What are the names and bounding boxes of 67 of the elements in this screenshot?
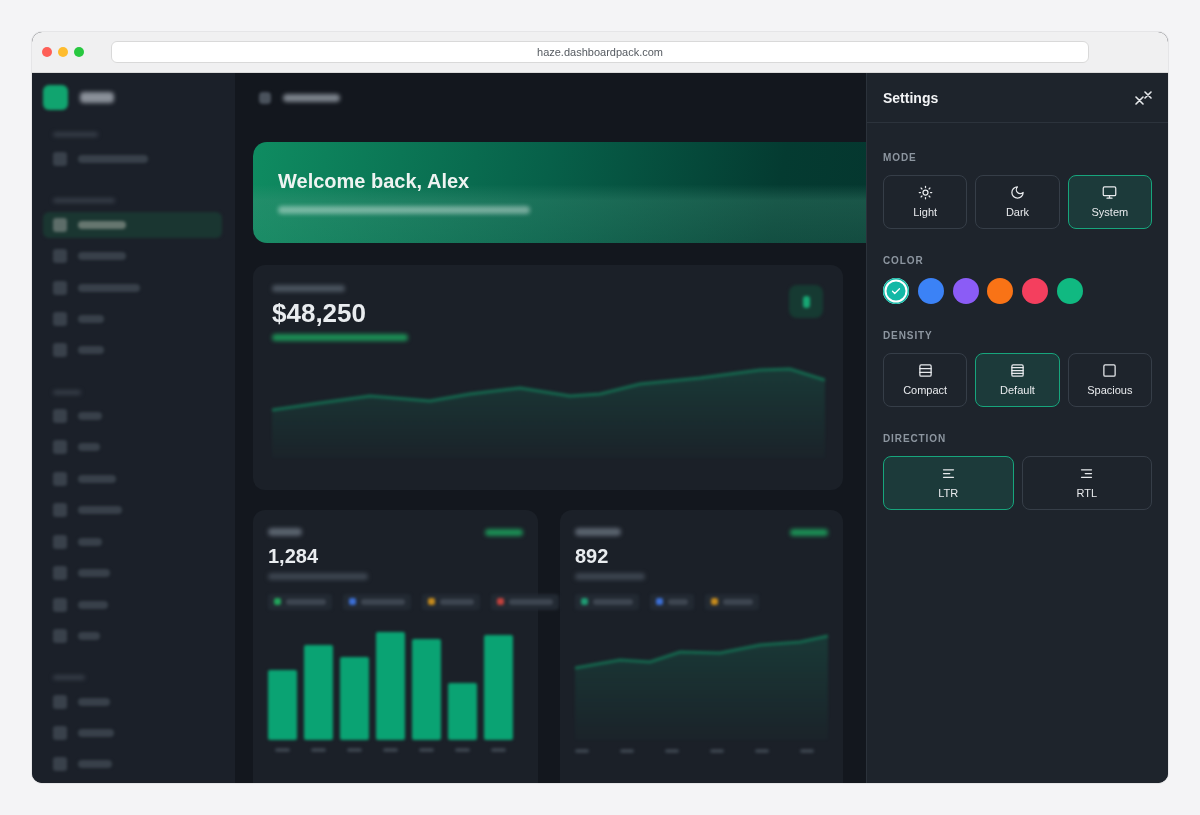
- square-icon: [1102, 363, 1118, 378]
- option-button[interactable]: Compact: [883, 353, 968, 407]
- color-swatch-icon[interactable]: [987, 278, 1014, 304]
- blurred-icon: [789, 285, 823, 318]
- blurred-menu-item[interactable]: [53, 311, 104, 326]
- blurred-menu-item[interactable]: [43, 211, 222, 238]
- option-button[interactable]: System: [1067, 175, 1152, 229]
- panel-title: Settings: [883, 89, 939, 106]
- blurred-menu-item[interactable]: [53, 694, 110, 709]
- blurred-legend-item: [705, 593, 759, 610]
- blurred-legend-item: [343, 593, 411, 610]
- option-button[interactable]: Dark: [975, 175, 1060, 229]
- color-swatch-icon[interactable]: [1022, 278, 1049, 304]
- address-bar[interactable]: haze.dashboardpack.com: [111, 41, 1089, 63]
- option-button[interactable]: RTL: [1021, 456, 1152, 510]
- revenue-value: $48,250: [272, 298, 366, 328]
- color-swatch-icon[interactable]: [1057, 278, 1083, 304]
- section-label: COLOR: [883, 255, 924, 267]
- blurred-legend-item: [422, 593, 480, 610]
- rows-icon: [1010, 363, 1025, 378]
- blurred-legend-item: [650, 593, 694, 610]
- blurred-menu-item[interactable]: [53, 597, 108, 612]
- logo-icon: [43, 85, 68, 110]
- blurred-menu-item[interactable]: [53, 151, 148, 166]
- color-swatch-icon[interactable]: [883, 278, 909, 304]
- blurred-legend-item: [268, 593, 332, 610]
- orders-value: 1,284: [268, 544, 319, 568]
- blurred-menu-item[interactable]: [53, 628, 100, 643]
- sun-icon: [917, 185, 933, 200]
- blurred-menu-item[interactable]: [53, 757, 112, 772]
- color-swatch-icon[interactable]: [952, 278, 979, 304]
- align-left-icon: [940, 466, 956, 481]
- option-button[interactable]: Spacious: [1067, 353, 1152, 407]
- blurred-icon: [259, 92, 271, 104]
- option-button[interactable]: LTR: [883, 456, 1014, 510]
- close-icon: [1134, 90, 1152, 105]
- blurred-menu-item[interactable]: [53, 343, 104, 358]
- blurred-menu-item[interactable]: [53, 534, 102, 549]
- blurred-text: [485, 528, 523, 536]
- align-right-icon: [1079, 466, 1095, 481]
- section-label: MODE: [883, 152, 917, 164]
- blurred-menu-item[interactable]: [53, 249, 126, 264]
- check-icon: [890, 285, 902, 297]
- blurred-text: [790, 528, 828, 536]
- blurred-menu-item[interactable]: [53, 566, 110, 581]
- section-label: DIRECTION: [883, 433, 947, 445]
- section-label: DENSITY: [883, 330, 933, 342]
- blurred-legend-item: [575, 593, 639, 610]
- blurred-menu-item[interactable]: [53, 440, 100, 455]
- customers-value: 892: [575, 544, 609, 568]
- moon-icon: [1010, 185, 1025, 200]
- blurred-menu-item[interactable]: [53, 471, 116, 486]
- blurred-menu-item[interactable]: [53, 409, 102, 424]
- blurred-text: [283, 94, 340, 102]
- greeting-text: Welcome back, Alex: [278, 169, 470, 193]
- blurred-text: [575, 528, 621, 536]
- blurred-menu-item[interactable]: [53, 503, 122, 518]
- option-button[interactable]: Light: [883, 175, 968, 229]
- blurred-text: [268, 528, 302, 536]
- blurred-menu-item[interactable]: [53, 726, 114, 741]
- option-button[interactable]: Default: [975, 353, 1060, 407]
- blurred-text: [80, 92, 114, 103]
- blurred-menu-item[interactable]: [53, 280, 140, 295]
- blurred-text: [575, 573, 645, 580]
- color-swatch-icon[interactable]: [917, 278, 944, 304]
- monitor-icon: [1102, 185, 1118, 200]
- rows-icon: [917, 363, 933, 378]
